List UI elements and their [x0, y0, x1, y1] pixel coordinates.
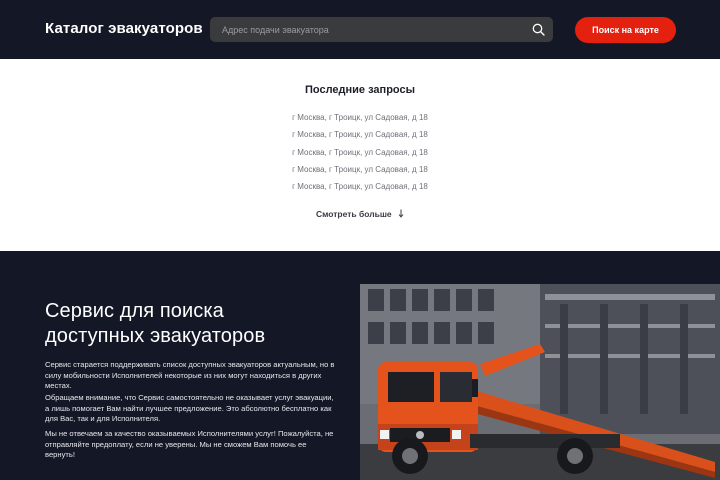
service-title-line2: доступных эвакуаторов	[45, 325, 266, 347]
service-info-section: Сервис для поиска доступных эвакуаторов …	[0, 251, 720, 480]
recent-requests-list: г Москва, г Троицк, ул Садовая, д 18 г М…	[0, 109, 720, 195]
service-paragraph: Обращаем внимание, что Сервис самостояте…	[45, 393, 334, 423]
search-icon[interactable]	[532, 23, 545, 36]
search-box	[210, 17, 553, 42]
service-paragraph: Сервис старается поддерживать список дос…	[45, 360, 335, 390]
map-search-button[interactable]: Поиск на карте	[575, 17, 676, 43]
show-more-label: Смотреть больше	[315, 209, 392, 219]
tow-truck-photo	[360, 284, 720, 480]
recent-requests-section: Последние запросы г Москва, г Троицк, ул…	[0, 59, 720, 251]
recent-request-item[interactable]: г Москва, г Троицк, ул Садовая, д 18	[0, 144, 720, 161]
arrow-down-icon	[398, 209, 404, 218]
recent-requests-title: Последние запросы	[304, 84, 415, 96]
service-title: Сервис для поиска доступных эвакуаторов	[45, 299, 345, 349]
site-logo[interactable]: Каталог эвакуаторов	[45, 20, 203, 37]
recent-request-item[interactable]: г Москва, г Троицк, ул Садовая, д 18	[0, 178, 720, 195]
recent-request-item[interactable]: г Москва, г Троицк, ул Садовая, д 18	[0, 161, 720, 178]
site-header: Каталог эвакуаторов Поиск на карте	[0, 0, 720, 59]
service-title-line1: Сервис для поиска	[45, 300, 224, 322]
tow-truck-image	[360, 284, 720, 480]
recent-request-item[interactable]: г Москва, г Троицк, ул Садовая, д 18	[0, 109, 720, 126]
service-paragraph: Мы не отвечаем за качество оказываемых И…	[45, 429, 334, 459]
address-search-input[interactable]	[210, 17, 520, 42]
show-more-link[interactable]: Смотреть больше	[0, 209, 720, 219]
recent-request-item[interactable]: г Москва, г Троицк, ул Садовая, д 18	[0, 126, 720, 143]
